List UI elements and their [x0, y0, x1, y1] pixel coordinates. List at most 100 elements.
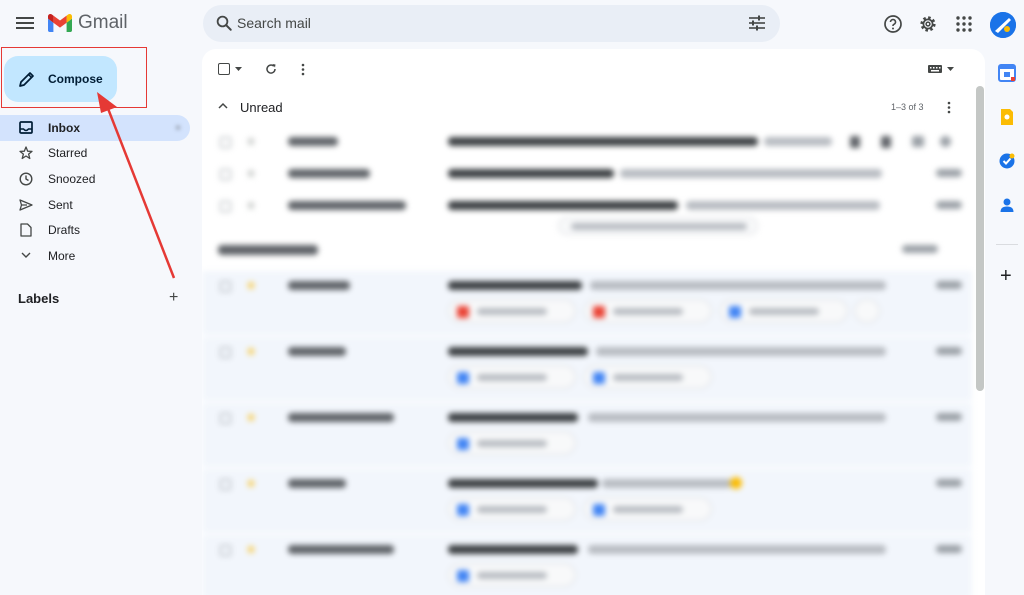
input-tools-keyboard-icon[interactable]: [928, 65, 942, 73]
attachment-chip[interactable]: [720, 299, 848, 323]
star-icon[interactable]: [246, 280, 256, 290]
sidebar-item-sent[interactable]: Sent: [0, 192, 190, 218]
sidebar-item-label: Inbox: [48, 120, 80, 135]
search-options-icon[interactable]: [748, 15, 766, 31]
row-hover-actions: [850, 136, 951, 148]
help-icon[interactable]: [883, 14, 903, 34]
more-options-icon[interactable]: [301, 63, 305, 76]
emoji-icon: [730, 477, 742, 489]
avatar-image-icon: [990, 12, 1016, 38]
row-subject: [448, 201, 678, 210]
more-attachments-chip[interactable]: [854, 299, 880, 323]
sidebar-item-drafts[interactable]: Drafts: [0, 217, 190, 243]
row-subject: [448, 137, 758, 146]
email-row[interactable]: [202, 403, 972, 467]
email-row[interactable]: [202, 469, 972, 533]
unread-section-header[interactable]: Unread 1–3 of 3: [202, 93, 985, 121]
email-row[interactable]: [202, 127, 972, 158]
row-subject: [448, 281, 582, 290]
select-dropdown-icon[interactable]: [235, 67, 242, 71]
section-options-icon[interactable]: [947, 101, 951, 114]
email-row[interactable]: [202, 337, 972, 401]
row-checkbox[interactable]: [220, 281, 231, 292]
gmail-logo[interactable]: Gmail: [48, 12, 128, 34]
row-date: [936, 201, 962, 209]
star-icon[interactable]: [246, 478, 256, 488]
search-icon[interactable]: [215, 14, 233, 32]
row-checkbox[interactable]: [220, 545, 231, 556]
email-row[interactable]: [202, 535, 972, 595]
select-all-checkbox[interactable]: [218, 63, 230, 75]
row-date: [936, 479, 962, 487]
search-bar[interactable]: Search mail: [203, 5, 780, 42]
mail-list-panel: Unread 1–3 of 3: [202, 49, 985, 595]
email-row[interactable]: [202, 159, 972, 190]
row-date: [936, 347, 962, 355]
attachment-chip[interactable]: [448, 563, 576, 587]
email-list-blurred: [202, 127, 985, 595]
email-row[interactable]: [202, 191, 972, 235]
apps-grid-icon[interactable]: [954, 14, 974, 34]
input-tools-dropdown-icon[interactable]: [947, 67, 954, 71]
add-label-plus-icon[interactable]: +: [169, 289, 178, 307]
tasks-icon[interactable]: [998, 152, 1016, 170]
top-bar: Gmail Search mail: [0, 0, 1024, 48]
star-icon[interactable]: [246, 544, 256, 554]
get-addons-plus-icon[interactable]: +: [1000, 266, 1012, 286]
list-toolbar: [202, 49, 985, 89]
row-checkbox[interactable]: [220, 169, 231, 180]
chevron-up-icon[interactable]: [218, 102, 228, 109]
attachment-chip[interactable]: [584, 497, 712, 521]
row-sender: [288, 201, 406, 210]
everything-else-section-header[interactable]: [202, 235, 972, 263]
contacts-icon[interactable]: [998, 196, 1016, 214]
attachment-chip[interactable]: [584, 365, 712, 389]
row-date: [936, 413, 962, 421]
star-icon: [18, 146, 34, 160]
refresh-icon[interactable]: [265, 63, 277, 75]
row-snippet: [588, 413, 886, 422]
star-icon[interactable]: [246, 412, 256, 422]
sidebar-item-inbox[interactable]: Inbox ▪: [0, 115, 190, 141]
star-icon[interactable]: [246, 200, 256, 210]
pagination-range: 1–3 of 3: [891, 102, 924, 112]
row-checkbox[interactable]: [220, 479, 231, 490]
row-subject: [448, 479, 598, 488]
account-avatar[interactable]: [990, 12, 1016, 38]
section-title: Unread: [240, 100, 283, 115]
search-input[interactable]: Search mail: [237, 15, 311, 31]
star-icon[interactable]: [246, 136, 256, 146]
main-menu-icon[interactable]: [16, 14, 34, 32]
row-subject: [448, 413, 578, 422]
sidebar-item-label: More: [48, 248, 76, 263]
email-row[interactable]: [202, 271, 972, 335]
annotation-highlight-box: [1, 47, 147, 108]
list-scrollbar[interactable]: [976, 86, 984, 391]
row-checkbox[interactable]: [220, 201, 231, 212]
row-checkbox[interactable]: [220, 137, 231, 148]
sidebar-item-label: Drafts: [48, 223, 81, 238]
attachment-chip[interactable]: [448, 431, 576, 455]
attachment-chip[interactable]: [448, 497, 576, 521]
row-checkbox[interactable]: [220, 347, 231, 358]
sidebar-item-more[interactable]: More: [0, 243, 190, 269]
attachment-chip[interactable]: [558, 217, 758, 235]
row-sender: [288, 169, 370, 178]
row-snippet: [588, 545, 886, 554]
row-checkbox[interactable]: [220, 413, 231, 424]
attachment-chip[interactable]: [448, 299, 576, 323]
settings-gear-icon[interactable]: [918, 14, 938, 34]
sidebar-item-snoozed[interactable]: Snoozed: [0, 166, 190, 192]
attachment-chip[interactable]: [448, 365, 576, 389]
star-icon[interactable]: [246, 168, 256, 178]
keep-icon[interactable]: [998, 108, 1016, 126]
calendar-icon[interactable]: [998, 64, 1016, 82]
inbox-unread-count: ▪: [176, 121, 180, 134]
row-date: [936, 281, 962, 289]
sidebar-item-starred[interactable]: Starred: [0, 141, 190, 167]
section-title-blurred: [218, 245, 318, 255]
row-subject: [448, 347, 588, 356]
star-icon[interactable]: [246, 346, 256, 356]
attachment-chip[interactable]: [584, 299, 712, 323]
chevron-down-icon: [18, 252, 34, 259]
